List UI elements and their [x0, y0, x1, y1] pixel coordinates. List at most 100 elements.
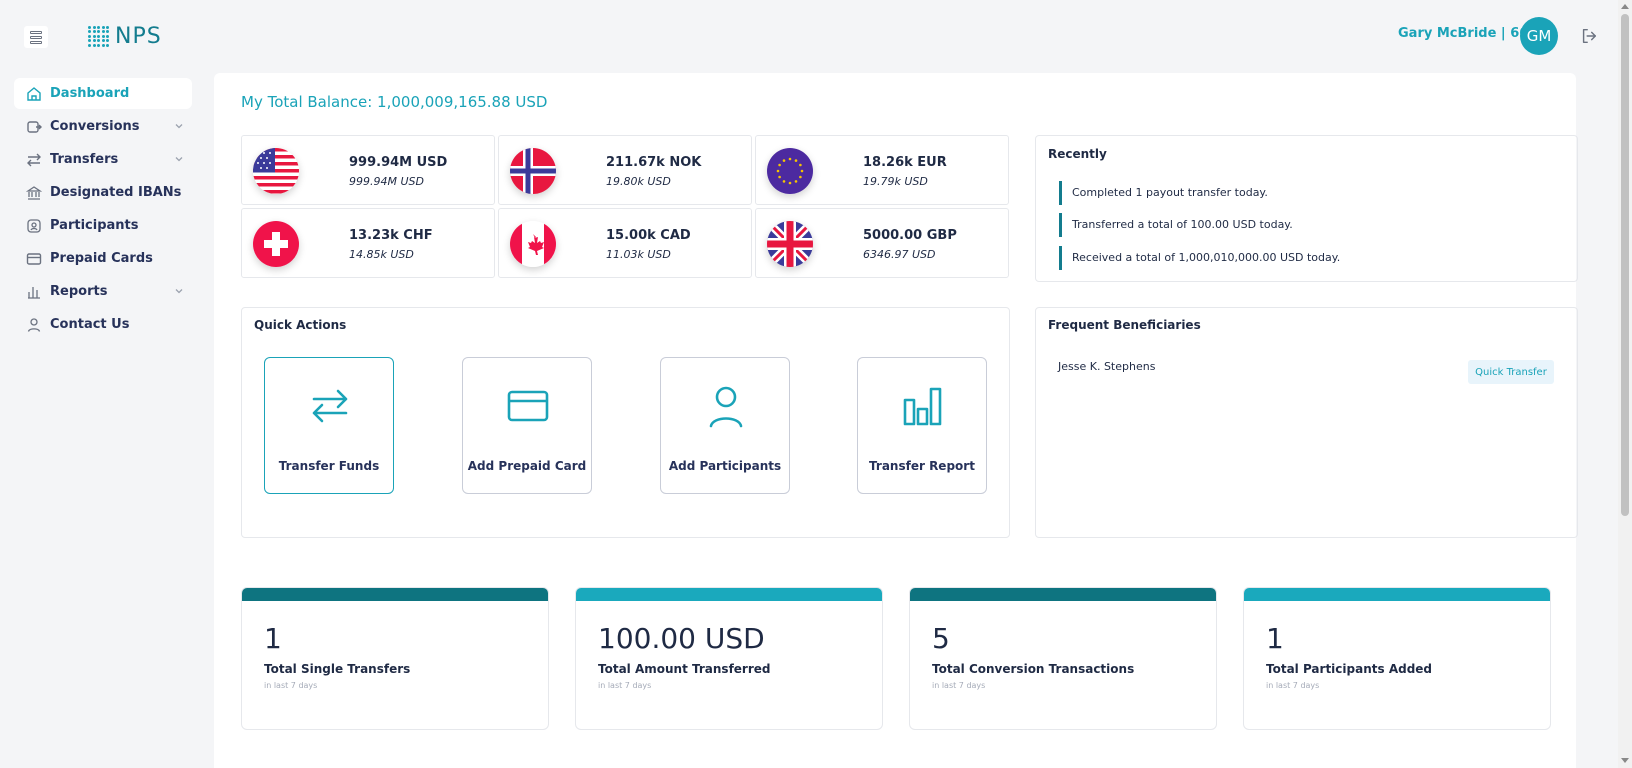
sidebar-item-prepaid-cards[interactable]: Prepaid Cards [14, 243, 192, 274]
add-prepaid-card-button[interactable]: Add Prepaid Card [462, 357, 592, 494]
home-icon [27, 86, 41, 101]
currency-amount: 13.23k CHF [349, 228, 433, 243]
total-balance-value: 1,000,009,165.88 USD [377, 93, 548, 111]
currency-usd-equivalent: 19.79k USD [863, 175, 928, 188]
sidebar-item-label: Contact Us [50, 317, 130, 332]
participant-icon [27, 218, 41, 233]
currency-amount: 5000.00 GBP [863, 228, 957, 243]
sidebar-item-label: Dashboard [50, 86, 130, 101]
sidebar-item-dashboard[interactable]: Dashboard [14, 78, 192, 109]
currency-usd-equivalent: 6346.97 USD [863, 248, 936, 261]
quick-actions-title: Quick Actions [254, 318, 347, 332]
stat-color-bar [576, 588, 882, 601]
top-bar: NPS Gary McBride | 66 GM [0, 0, 1618, 72]
scroll-thumb[interactable] [1621, 14, 1629, 516]
logo-text: NPS [115, 23, 162, 49]
transfer-arrows-icon [27, 153, 41, 166]
quick-actions-card: Quick Actions Transfer Funds Add Prepaid… [241, 307, 1010, 538]
total-balance: My Total Balance: 1,000,009,165.88 USD [241, 93, 547, 111]
recently-card: Recently Completed 1 payout transfer tod… [1035, 135, 1578, 282]
sidebar-item-label: Designated IBANs [50, 185, 182, 200]
card-icon [26, 252, 42, 265]
sidebar-item-label: Transfers [50, 152, 119, 167]
stat-color-bar [1244, 588, 1550, 601]
stat-card-single-transfers: 1 Total Single Transfers in last 7 days [241, 587, 549, 730]
chevron-down-icon [175, 289, 183, 294]
currency-amount: 18.26k EUR [863, 155, 947, 170]
frequent-beneficiaries-card: Frequent Beneficiaries Jesse K. Stephens… [1035, 307, 1578, 538]
chart-icon [28, 286, 40, 299]
sidebar-item-reports[interactable]: Reports [14, 276, 192, 307]
avatar[interactable]: GM [1520, 17, 1558, 55]
stat-color-bar [910, 588, 1216, 601]
stat-label: Total Single Transfers [264, 662, 411, 676]
stat-card-conversion-transactions: 5 Total Conversion Transactions in last … [909, 587, 1217, 730]
currency-card-chf[interactable]: 13.23k CHF 14.85k USD [241, 208, 495, 278]
sidebar-item-participants[interactable]: Participants [14, 210, 192, 241]
currency-card-usd[interactable]: 999.94M USD 999.94M USD [241, 135, 495, 205]
stat-label: Total Conversion Transactions [932, 662, 1135, 676]
stat-label: Total Participants Added [1266, 662, 1433, 676]
stat-card-amount-transferred: 100.00 USD Total Amount Transferred in l… [575, 587, 883, 730]
page-scrollbar[interactable] [1618, 0, 1632, 768]
stat-period: in last 7 days [264, 681, 318, 690]
switzerland-flag-icon [253, 221, 299, 267]
eu-flag-icon [767, 148, 813, 194]
sidebar-item-transfers[interactable]: Transfers [14, 144, 192, 175]
sidebar: Dashboard Conversions Transfers Designat… [14, 78, 192, 342]
bank-icon [26, 185, 42, 200]
scroll-down-icon[interactable] [1621, 758, 1629, 763]
us-flag-icon [253, 148, 299, 194]
nps-logo[interactable]: NPS [88, 22, 162, 50]
stat-period: in last 7 days [598, 681, 652, 690]
stat-value: 1 [1266, 622, 1284, 655]
uk-flag-icon [767, 221, 813, 267]
add-participants-button[interactable]: Add Participants [660, 357, 790, 494]
quick-transfer-button[interactable]: Quick Transfer [1468, 360, 1554, 384]
user-name: Gary McBride | 66 [1398, 26, 1529, 41]
sidebar-item-contact-us[interactable]: Contact Us [14, 309, 192, 340]
stat-period: in last 7 days [1266, 681, 1320, 690]
norway-flag-icon [510, 148, 556, 194]
beneficiaries-title: Frequent Beneficiaries [1048, 318, 1201, 332]
currency-usd-equivalent: 11.03k USD [606, 248, 671, 261]
stat-label: Total Amount Transferred [598, 662, 771, 676]
currency-usd-equivalent: 19.80k USD [606, 175, 671, 188]
stat-period: in last 7 days [932, 681, 986, 690]
quick-action-label: Transfer Funds [278, 459, 380, 473]
transfer-report-button[interactable]: Transfer Report [857, 357, 987, 494]
beneficiary-name: Jesse K. Stephens [1058, 360, 1156, 373]
sidebar-item-designated-ibans[interactable]: Designated IBANs [14, 177, 192, 208]
currency-usd-equivalent: 999.94M USD [349, 175, 424, 188]
sidebar-item-label: Prepaid Cards [50, 251, 153, 266]
chevron-down-icon [175, 157, 183, 162]
quick-action-label: Add Participants [668, 459, 782, 473]
logout-icon[interactable] [1580, 27, 1598, 45]
logo-dots-icon [88, 25, 109, 47]
user-icon [27, 317, 41, 332]
recent-activity-item: Completed 1 payout transfer today. [1059, 181, 1268, 205]
currency-card-cad[interactable]: 15.00k CAD 11.03k USD [498, 208, 752, 278]
stat-value: 1 [264, 622, 282, 655]
currency-card-eur[interactable]: 18.26k EUR 19.79k USD [755, 135, 1009, 205]
total-balance-label: My Total Balance: [241, 93, 373, 111]
currency-amount: 999.94M USD [349, 155, 448, 170]
transfer-funds-button[interactable]: Transfer Funds [264, 357, 394, 494]
recent-activity-item: Received a total of 1,000,010,000.00 USD… [1059, 246, 1340, 270]
currency-card-nok[interactable]: 211.67k NOK 19.80k USD [498, 135, 752, 205]
sidebar-item-conversions[interactable]: Conversions [14, 111, 192, 142]
card-icon [507, 390, 549, 422]
sidebar-item-label: Reports [50, 284, 108, 299]
scroll-up-icon[interactable] [1621, 4, 1629, 9]
transfer-arrows-icon [312, 389, 348, 423]
currency-usd-equivalent: 14.85k USD [349, 248, 414, 261]
currency-card-gbp[interactable]: 5000.00 GBP 6346.97 USD [755, 208, 1009, 278]
stat-card-participants-added: 1 Total Participants Added in last 7 day… [1243, 587, 1551, 730]
menu-toggle-icon[interactable] [24, 26, 48, 48]
bar-chart-icon [903, 387, 942, 426]
quick-action-label: Transfer Report [869, 459, 975, 473]
canada-flag-icon [510, 221, 556, 267]
stat-value: 100.00 USD [598, 622, 765, 655]
quick-action-label: Add Prepaid Card [467, 459, 587, 473]
recently-title: Recently [1048, 147, 1107, 161]
